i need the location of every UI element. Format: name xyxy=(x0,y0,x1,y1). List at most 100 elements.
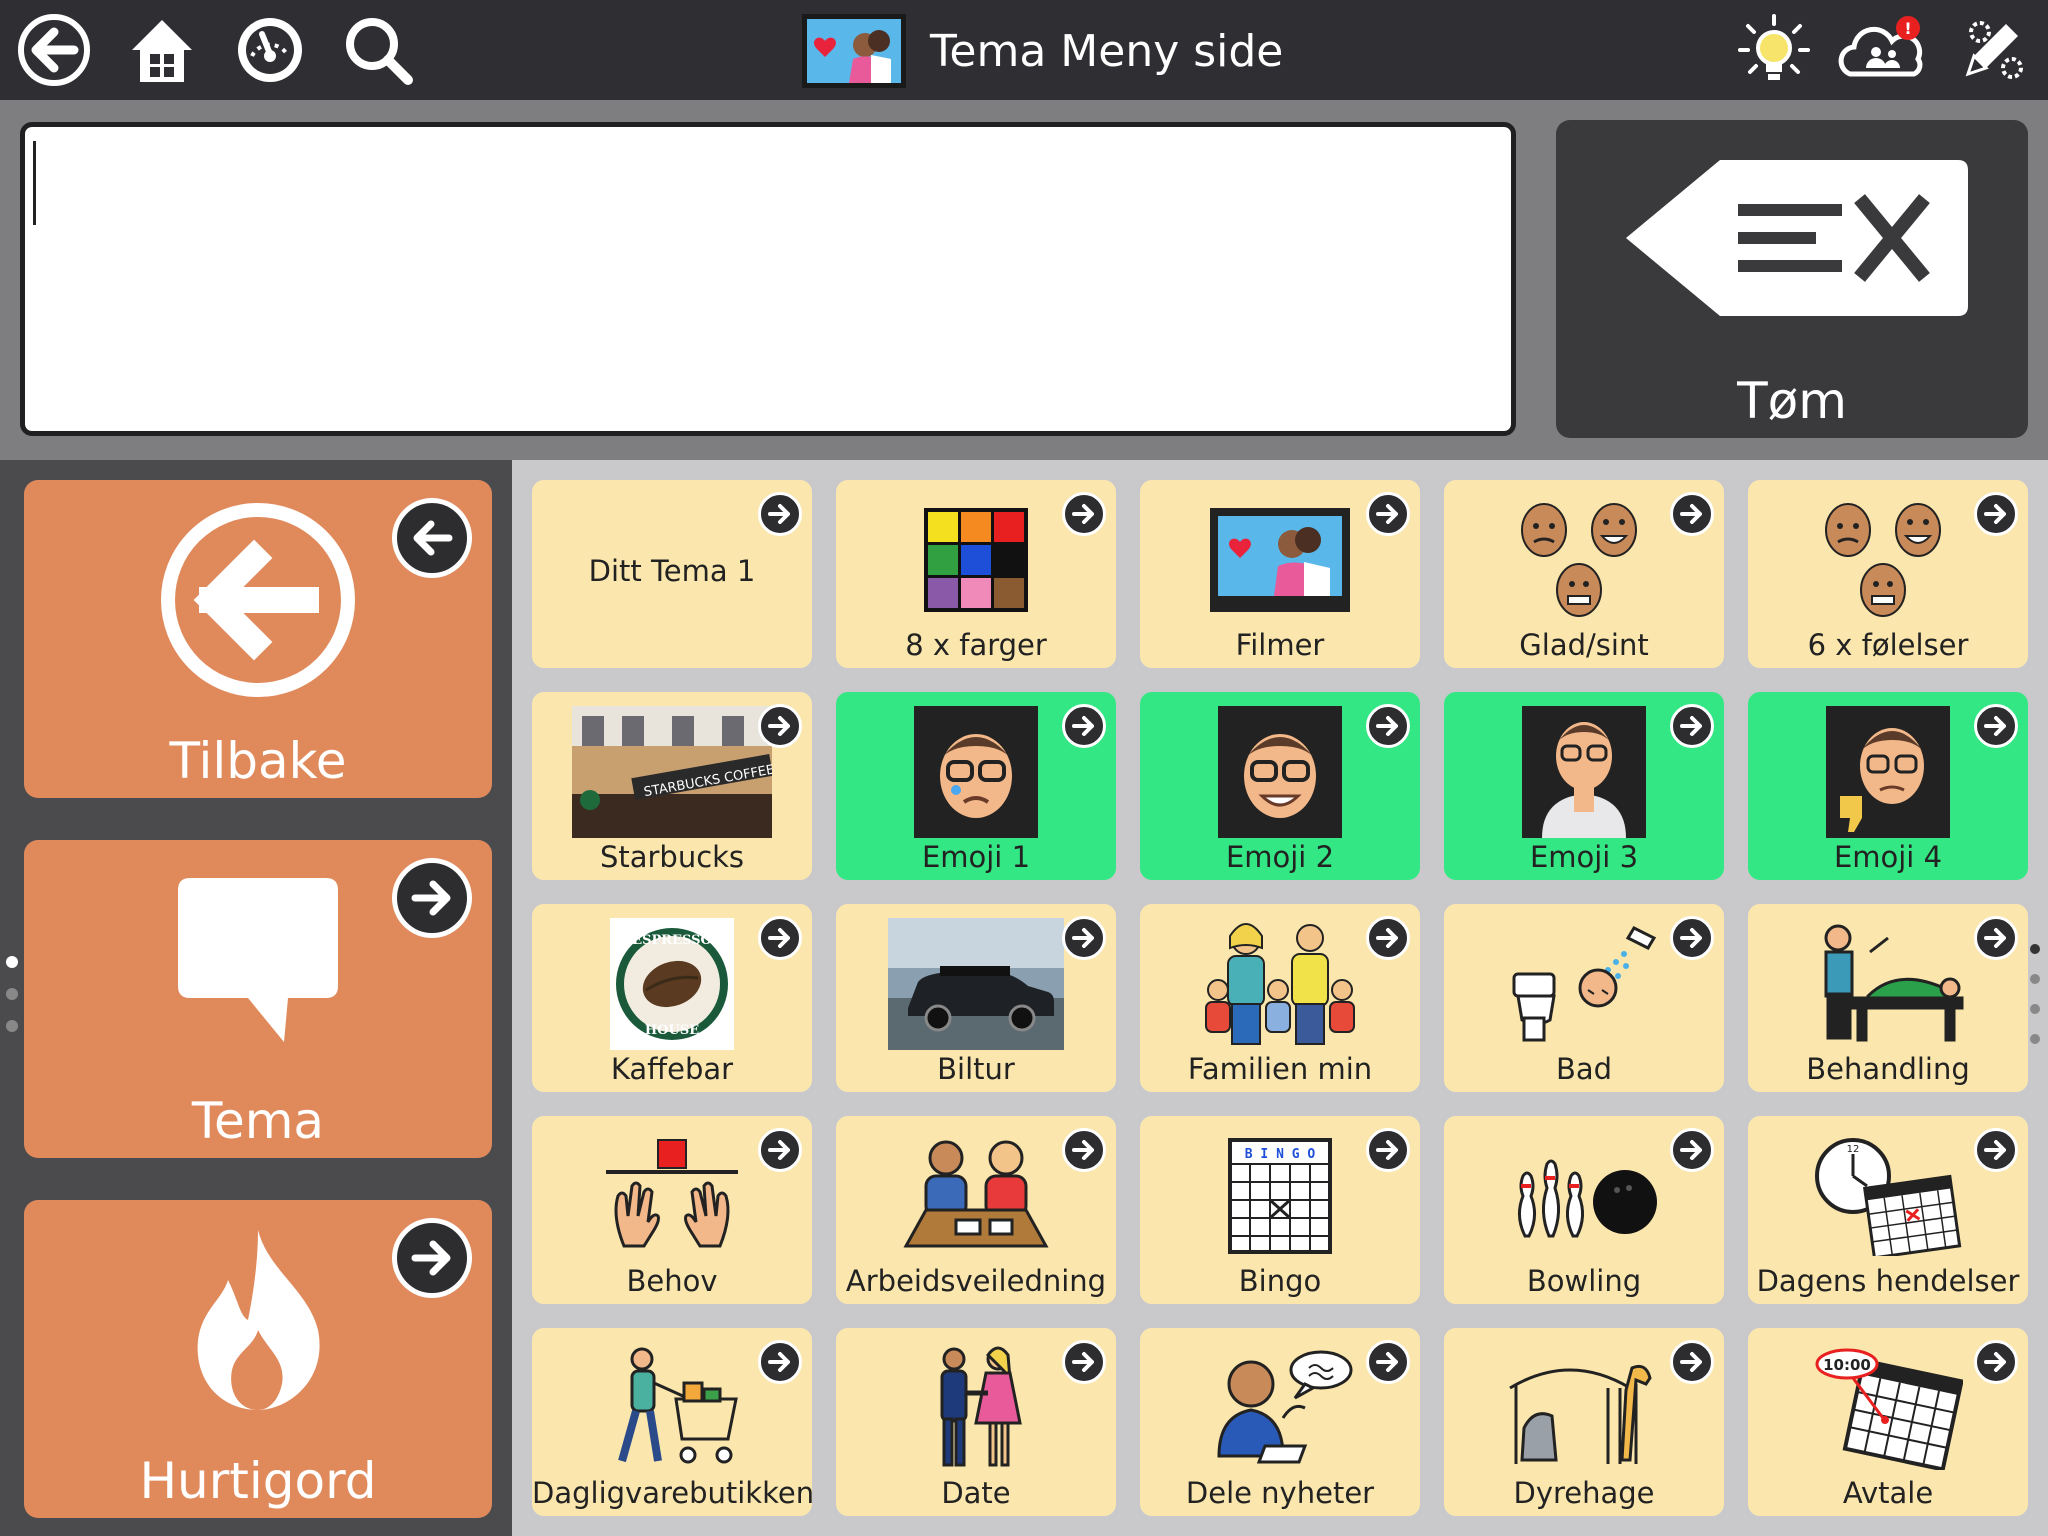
cell-label: Starbucks xyxy=(599,840,745,874)
grid-cell-emoji-2[interactable]: Emoji 2 xyxy=(1140,692,1420,880)
right-arrow-icon[interactable] xyxy=(392,858,472,938)
grid-cell-avtale[interactable]: 10:00 Avtale xyxy=(1748,1328,2028,1516)
page-indicator-left xyxy=(6,956,18,1052)
sidebar-item-label: Tema xyxy=(191,1092,325,1150)
clear-icon xyxy=(1626,160,1968,316)
right-arrow-icon xyxy=(1974,704,2018,748)
right-arrow-icon xyxy=(1974,492,2018,536)
home-icon[interactable] xyxy=(124,12,200,88)
cell-label: 8 x farger xyxy=(905,628,1047,662)
cell-label: Behov xyxy=(626,1264,718,1298)
grid-cell-arbeidsveiledning[interactable]: Arbeidsveiledning xyxy=(836,1116,1116,1304)
right-arrow-icon xyxy=(1062,1340,1106,1384)
couple-icon xyxy=(940,1346,1022,1467)
cell-label: Filmer xyxy=(1235,628,1325,662)
car-photo xyxy=(888,918,1064,1050)
grid-cell-dagligvarebutikken[interactable]: Dagligvarebutikken xyxy=(532,1328,812,1516)
cell-text: Ditt Tema 1 xyxy=(588,554,756,588)
svg-text:B I N G O: B I N G O xyxy=(1245,1147,1316,1162)
grid-cell-bingo[interactable]: B I N G O Bingo xyxy=(1140,1116,1420,1304)
cell-label: Emoji 4 xyxy=(1833,840,1943,874)
right-arrow-icon xyxy=(1670,916,1714,960)
needs-icon xyxy=(606,1139,738,1248)
back-circle-icon xyxy=(161,503,355,697)
search-icon[interactable] xyxy=(340,12,416,88)
edit-icon[interactable] xyxy=(1954,12,2030,88)
left-arrow-icon[interactable] xyxy=(392,498,472,578)
cell-label: Familien min xyxy=(1187,1052,1373,1086)
family-icon xyxy=(1205,923,1355,1045)
svg-text:HOUSE: HOUSE xyxy=(645,1023,699,1038)
right-arrow-icon xyxy=(758,1340,802,1384)
emoji-thumbs-down-icon xyxy=(1826,706,1950,838)
message-window[interactable] xyxy=(20,122,1516,436)
cloud-sync-icon[interactable]: ! xyxy=(1836,12,1932,88)
grid-cell-6-folelser[interactable]: 6 x følelser xyxy=(1748,480,2028,668)
grid-cell-familien-min[interactable]: Familien min xyxy=(1140,904,1420,1092)
emoji-happy-icon xyxy=(1218,706,1342,838)
bathroom-icon xyxy=(1512,926,1657,1042)
emoji-sad-icon xyxy=(914,706,1038,838)
sidebar-item-label: Tilbake xyxy=(169,732,347,790)
cell-label: Arbeidsveiledning xyxy=(845,1264,1107,1298)
grid-cell-glad-sint[interactable]: Glad/sint xyxy=(1444,480,1724,668)
grid-cell-emoji-3[interactable]: Emoji 3 xyxy=(1444,692,1724,880)
grid-cell-emoji-1[interactable]: Emoji 1 xyxy=(836,692,1116,880)
treatment-icon xyxy=(1824,924,1964,1042)
grid-cell-dele-nyheter[interactable]: Dele nyheter xyxy=(1140,1328,1420,1516)
grid-cell-emoji-4[interactable]: Emoji 4 xyxy=(1748,692,2028,880)
grid-cell-bowling[interactable]: Bowling xyxy=(1444,1116,1724,1304)
color-grid-icon xyxy=(924,508,1028,612)
grid-cell-behov[interactable]: Behov xyxy=(532,1116,812,1304)
text-cursor xyxy=(33,141,36,225)
grid-cell-dyrehage[interactable]: Dyrehage xyxy=(1444,1328,1724,1516)
grid-cell-ditt-tema[interactable]: Ditt Tema 1 xyxy=(532,480,812,668)
grid-cell-starbucks[interactable]: STARBUCKS COFFEE Starbucks xyxy=(532,692,812,880)
sidebar-item-label: Hurtigord xyxy=(139,1452,377,1510)
right-arrow-icon xyxy=(758,1128,802,1172)
clear-button[interactable]: Tøm xyxy=(1556,120,2028,438)
sidebar: Tilbake Tema Hurtigord xyxy=(0,460,512,1536)
movie-thumbnail-icon xyxy=(802,14,906,88)
grid-cell-kaffebar[interactable]: ESPRESSO HOUSE Kaffebar xyxy=(532,904,812,1092)
right-arrow-icon xyxy=(758,916,802,960)
grid-cell-8-farger[interactable]: 8 x farger xyxy=(836,480,1116,668)
grid-cell-biltur[interactable]: Biltur xyxy=(836,904,1116,1092)
cell-label: 6 x følelser xyxy=(1807,628,1969,662)
right-arrow-icon xyxy=(1062,1128,1106,1172)
lightbulb-icon[interactable] xyxy=(1736,12,1812,88)
appointment-icon: 10:00 xyxy=(1815,1348,1963,1470)
right-arrow-icon xyxy=(1670,704,1714,748)
work-guidance-icon xyxy=(903,1140,1049,1248)
right-arrow-icon xyxy=(758,704,802,748)
espresso-house-logo: ESPRESSO HOUSE xyxy=(610,918,734,1050)
right-arrow-icon xyxy=(1974,1340,2018,1384)
cell-label: Bowling xyxy=(1526,1264,1642,1298)
cell-label: Dyrehage xyxy=(1513,1476,1655,1510)
svg-text:12: 12 xyxy=(1847,1144,1860,1155)
flame-icon xyxy=(197,1230,320,1410)
cell-label: Bingo xyxy=(1238,1264,1322,1298)
sidebar-item-tema[interactable]: Tema xyxy=(24,840,492,1158)
right-arrow-icon xyxy=(1062,704,1106,748)
bingo-card-icon: B I N G O xyxy=(1228,1138,1332,1254)
grid-cell-date[interactable]: Date xyxy=(836,1328,1116,1516)
clear-label: Tøm xyxy=(1737,372,1847,430)
right-arrow-icon[interactable] xyxy=(392,1218,472,1298)
right-arrow-icon xyxy=(1366,916,1410,960)
cell-label: Behandling xyxy=(1806,1052,1970,1086)
right-arrow-icon xyxy=(1062,916,1106,960)
right-arrow-icon xyxy=(1366,1340,1410,1384)
symbol-grid: Ditt Tema 1 8 x farger Filmer Glad/sint … xyxy=(512,460,2048,1536)
grid-cell-dagens-hendelser[interactable]: 12 Dagens hendelser xyxy=(1748,1116,2028,1304)
dashboard-icon[interactable] xyxy=(232,12,308,88)
sidebar-item-hurtigord[interactable]: Hurtigord xyxy=(24,1200,492,1518)
back-icon[interactable] xyxy=(16,12,92,88)
grid-cell-bad[interactable]: Bad xyxy=(1444,904,1724,1092)
page-title: Tema Meny side xyxy=(930,25,1284,77)
grid-cell-filmer[interactable]: Filmer xyxy=(1140,480,1420,668)
cell-label: Emoji 3 xyxy=(1529,840,1639,874)
cell-label: Avtale xyxy=(1842,1476,1934,1510)
sidebar-item-tilbake[interactable]: Tilbake xyxy=(24,480,492,798)
grid-cell-behandling[interactable]: Behandling xyxy=(1748,904,2028,1092)
